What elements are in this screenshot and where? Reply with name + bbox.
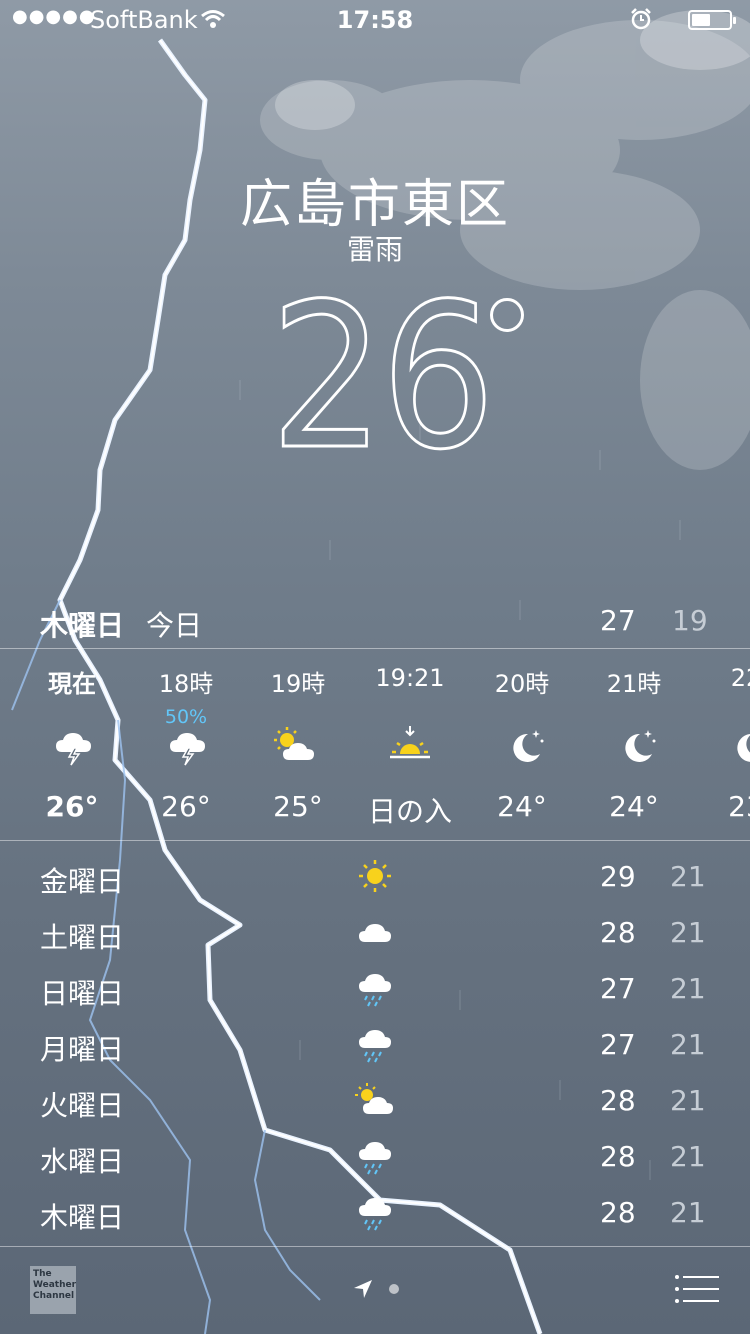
moon-icon bbox=[513, 730, 544, 762]
hour-temp: 26° bbox=[161, 790, 211, 823]
city-list-icon[interactable] bbox=[674, 1274, 720, 1304]
hourly-item: 21時 24° bbox=[578, 650, 690, 840]
degree-symbol bbox=[490, 298, 524, 332]
low-temp: 21 bbox=[670, 1140, 706, 1173]
temperature-value: 26 bbox=[269, 261, 497, 494]
list-item: 金曜日 29 21 bbox=[0, 850, 750, 906]
hour-time: 現在 bbox=[48, 670, 96, 698]
low-temp: 21 bbox=[670, 972, 706, 1005]
location-arrow-icon[interactable] bbox=[352, 1278, 374, 1300]
current-temperature: 26 bbox=[269, 261, 524, 494]
high-temp: 28 bbox=[600, 1196, 636, 1229]
list-item: 木曜日 28 21 bbox=[0, 1186, 750, 1242]
hourly-item: 22 23 bbox=[690, 650, 750, 840]
hour-temp: 24° bbox=[609, 790, 659, 823]
weekday: 土曜日 bbox=[40, 921, 125, 954]
battery-icon bbox=[688, 10, 736, 30]
city-name: 広島市東区 bbox=[239, 175, 510, 235]
partly-sunny-icon bbox=[274, 727, 314, 760]
low-temp: 21 bbox=[670, 1084, 706, 1117]
cloud-icon bbox=[359, 924, 391, 942]
high-temp: 27 bbox=[600, 1028, 636, 1061]
hour-time: 19時 bbox=[270, 670, 326, 698]
weekday: 火曜日 bbox=[40, 1089, 125, 1122]
hourly-item: 19時 25° bbox=[242, 650, 354, 840]
weekday: 木曜日 bbox=[40, 1201, 125, 1234]
hour-time: 18時 bbox=[158, 670, 214, 698]
low-temp: 21 bbox=[670, 916, 706, 949]
hourly-item: 18時 50% 26° bbox=[130, 650, 242, 840]
moon-icon bbox=[625, 730, 656, 762]
list-item: 月曜日 27 21 bbox=[0, 1018, 750, 1074]
hourly-forecast[interactable]: 現在 26° 18時 50% 26° 19時 25° 19:21 日の入 20時… bbox=[0, 650, 750, 840]
high-temp: 28 bbox=[600, 1140, 636, 1173]
status-bar: ●●●●● SoftBank 17:58 bbox=[0, 0, 750, 42]
bottom-toolbar: The Weather Channel bbox=[0, 1246, 750, 1334]
hour-temp: 25° bbox=[273, 790, 323, 823]
today-low: 19 bbox=[672, 604, 708, 637]
hour-time: 22 bbox=[730, 664, 750, 692]
high-temp: 27 bbox=[600, 972, 636, 1005]
high-temp: 28 bbox=[600, 916, 636, 949]
hour-temp: 24° bbox=[497, 790, 547, 823]
sun-icon bbox=[359, 860, 391, 892]
weekday: 日曜日 bbox=[40, 977, 125, 1010]
high-temp: 28 bbox=[600, 1084, 636, 1117]
rain-icon bbox=[359, 974, 391, 1007]
divider bbox=[0, 648, 750, 649]
list-item: 火曜日 28 21 bbox=[0, 1074, 750, 1130]
weekday: 月曜日 bbox=[40, 1033, 125, 1066]
weekday: 金曜日 bbox=[40, 865, 125, 898]
thunderstorm-icon bbox=[170, 733, 205, 766]
divider bbox=[0, 840, 750, 841]
today-high: 27 bbox=[600, 604, 636, 637]
hour-temp: 日の入 bbox=[367, 795, 452, 828]
alarm-icon bbox=[631, 8, 651, 30]
low-temp: 21 bbox=[670, 1196, 706, 1229]
hourly-item: 現在 26° bbox=[16, 650, 128, 840]
high-temp: 29 bbox=[600, 860, 636, 893]
hour-time: 20時 bbox=[494, 670, 550, 698]
list-item: 土曜日 28 21 bbox=[0, 906, 750, 962]
moon-icon bbox=[737, 734, 750, 762]
rain-icon bbox=[359, 1030, 391, 1063]
list-item: 日曜日 27 21 bbox=[0, 962, 750, 1018]
hour-time: 21時 bbox=[606, 670, 662, 698]
list-item: 水曜日 28 21 bbox=[0, 1130, 750, 1186]
weekday: 水曜日 bbox=[40, 1145, 125, 1178]
hour-temp: 26° bbox=[45, 790, 99, 823]
hourly-item: 20時 24° bbox=[466, 650, 578, 840]
weather-channel-logo[interactable]: The Weather Channel bbox=[30, 1266, 76, 1314]
thunderstorm-icon bbox=[56, 733, 91, 766]
sunset-icon bbox=[390, 726, 430, 759]
page-indicator-dot[interactable] bbox=[389, 1284, 399, 1294]
low-temp: 21 bbox=[670, 1028, 706, 1061]
partly-sunny-icon bbox=[355, 1083, 393, 1114]
hour-temp: 23 bbox=[728, 790, 750, 823]
rain-icon bbox=[359, 1198, 391, 1231]
rain-icon bbox=[359, 1142, 391, 1175]
low-temp: 21 bbox=[670, 860, 706, 893]
hour-time: 19:21 bbox=[375, 664, 445, 692]
today-label: 今日 bbox=[146, 609, 203, 642]
today-summary: 木曜日 今日 27 19 bbox=[0, 598, 750, 646]
today-weekday: 木曜日 bbox=[40, 609, 125, 642]
hourly-item: 19:21 日の入 bbox=[354, 650, 466, 840]
